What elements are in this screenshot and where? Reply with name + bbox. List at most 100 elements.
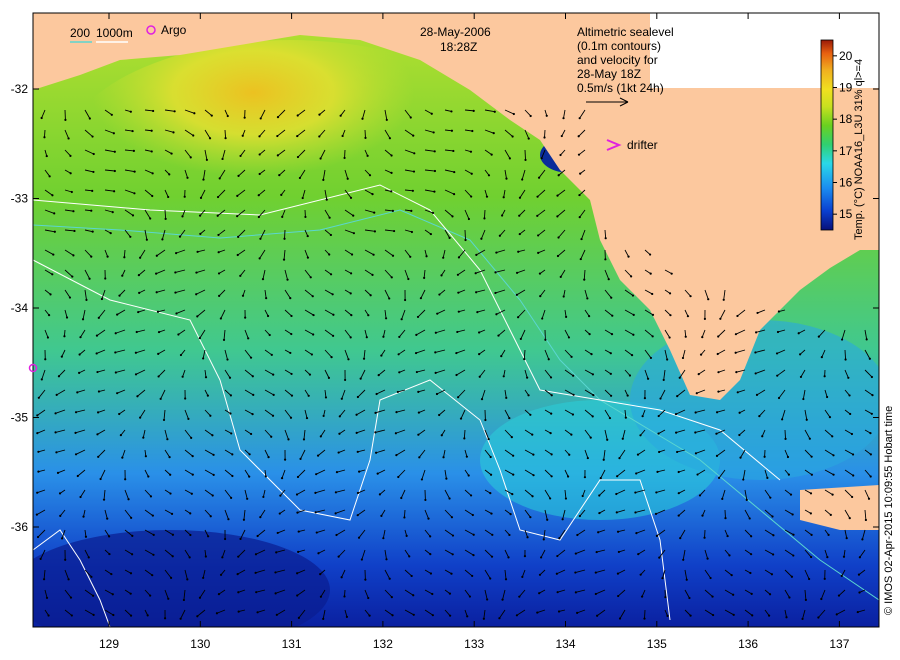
velocity-arrow-head xyxy=(511,135,514,138)
velocity-arrow-head xyxy=(504,578,508,581)
velocity-arrow-head xyxy=(539,556,543,559)
velocity-arrow-head xyxy=(598,494,601,497)
velocity-arrow-head xyxy=(738,411,741,414)
velocity-arrow-head xyxy=(317,552,320,555)
velocity-arrow-head xyxy=(239,154,242,158)
velocity-arrow-head xyxy=(763,455,766,458)
velocity-arrow-head xyxy=(775,352,779,355)
velocity-arrow-head xyxy=(717,335,720,338)
velocity-arrow-head xyxy=(360,558,363,561)
velocity-arrow-head xyxy=(871,394,874,397)
velocity-arrow-head xyxy=(338,432,341,435)
velocity-arrow-head xyxy=(104,277,107,280)
velocity-arrow-head xyxy=(832,454,835,457)
velocity-arrow-head xyxy=(849,412,852,416)
velocity-arrow-head xyxy=(257,215,260,219)
velocity-arrow-head xyxy=(97,455,100,458)
velocity-arrow-head xyxy=(356,491,360,495)
altimetry-note-line-2: (0.1m contours) xyxy=(577,39,661,53)
velocity-arrow-head xyxy=(848,394,851,397)
altimetry-note-line-5: 0.5m/s (1kt 24h) xyxy=(577,81,664,95)
velocity-arrow-head xyxy=(170,512,174,515)
velocity-arrow-head xyxy=(156,310,160,313)
velocity-arrow-head xyxy=(580,237,583,241)
velocity-arrow-head xyxy=(755,331,758,334)
velocity-arrow-head xyxy=(867,497,871,500)
velocity-arrow-head xyxy=(442,456,445,459)
velocity-arrow-head xyxy=(572,393,575,396)
velocity-arrow-head xyxy=(568,453,571,456)
velocity-arrow-head xyxy=(810,455,813,458)
velocity-arrow-head xyxy=(661,577,664,580)
velocity-arrow-head xyxy=(609,352,612,355)
velocity-arrow-head xyxy=(591,415,594,418)
credit-text: © IMOS 02-Apr-2015 10:09:55 Hobart time xyxy=(883,406,895,615)
velocity-arrow-head xyxy=(677,492,680,495)
velocity-arrow-head xyxy=(368,174,372,177)
velocity-arrow-head xyxy=(45,596,49,599)
velocity-arrow-head xyxy=(848,516,851,520)
velocity-arrow-head xyxy=(329,233,332,237)
velocity-arrow-head xyxy=(51,194,54,197)
velocity-arrow-head xyxy=(579,172,582,175)
velocity-arrow-head xyxy=(196,250,199,253)
velocity-arrow-head xyxy=(674,413,678,416)
velocity-arrow-head xyxy=(290,394,294,397)
velocity-arrow-head xyxy=(131,129,134,133)
velocity-arrow-head xyxy=(244,316,247,319)
colorbar xyxy=(820,39,834,231)
velocity-arrow-head xyxy=(411,189,414,192)
velocity-arrow-head xyxy=(697,373,700,376)
velocity-arrow-head xyxy=(557,236,560,239)
velocity-arrow-head xyxy=(501,214,504,217)
velocity-arrow-head xyxy=(85,298,88,301)
velocity-arrow-head xyxy=(212,473,215,477)
velocity-arrow-head xyxy=(135,330,138,334)
velocity-arrow-head xyxy=(124,478,127,481)
velocity-arrow-head xyxy=(649,253,652,256)
velocity-arrow-head xyxy=(58,492,62,495)
velocity-arrow-head xyxy=(858,556,861,559)
velocity-arrow-head xyxy=(335,471,339,474)
velocity-arrow-head xyxy=(147,475,150,478)
velocity-arrow-head xyxy=(71,275,74,278)
velocity-arrow-head xyxy=(809,492,813,495)
velocity-arrow-head xyxy=(242,518,246,521)
velocity-arrow-head xyxy=(91,230,94,233)
velocity-arrow-head xyxy=(102,498,106,501)
altimetry-note-line-4: 28-May 18Z xyxy=(577,67,641,81)
velocity-arrow-head xyxy=(155,272,158,275)
velocity-arrow-head xyxy=(761,435,764,438)
velocity-arrow-head xyxy=(96,433,99,436)
velocity-arrow-head xyxy=(271,414,275,417)
velocity-arrow-head xyxy=(184,397,187,400)
velocity-arrow-head xyxy=(279,494,282,497)
velocity-arrow-head xyxy=(36,535,40,539)
velocity-arrow-head xyxy=(215,612,219,615)
velocity-arrow-head xyxy=(367,596,370,600)
velocity-arrow-head xyxy=(382,335,385,338)
velocity-arrow-head xyxy=(322,617,325,621)
velocity-arrow-head xyxy=(678,376,681,379)
velocity-arrow-head xyxy=(643,397,647,400)
velocity-arrow-head xyxy=(374,431,377,434)
velocity-arrow-head xyxy=(790,575,794,578)
velocity-arrow-head xyxy=(289,351,292,355)
velocity-arrow-head xyxy=(69,154,72,157)
velocity-arrow-head xyxy=(236,194,239,197)
velocity-arrow-head xyxy=(90,209,93,212)
velocity-arrow-head xyxy=(511,493,514,496)
velocity-arrow-head xyxy=(249,356,253,359)
velocity-arrow-head xyxy=(470,195,473,198)
colorbar-tick-label: 20 xyxy=(839,49,853,63)
velocity-arrow-head xyxy=(431,614,434,617)
velocity-arrow-head xyxy=(732,593,735,596)
velocity-arrow-head xyxy=(670,272,673,275)
velocity-arrow-head xyxy=(204,376,208,379)
velocity-arrow-head xyxy=(810,473,813,476)
velocity-arrow-head xyxy=(129,614,133,617)
velocity-arrow-head xyxy=(322,414,325,418)
velocity-arrow-head xyxy=(604,258,607,261)
velocity-arrow-head xyxy=(375,392,378,396)
velocity-arrow-head xyxy=(274,571,277,574)
